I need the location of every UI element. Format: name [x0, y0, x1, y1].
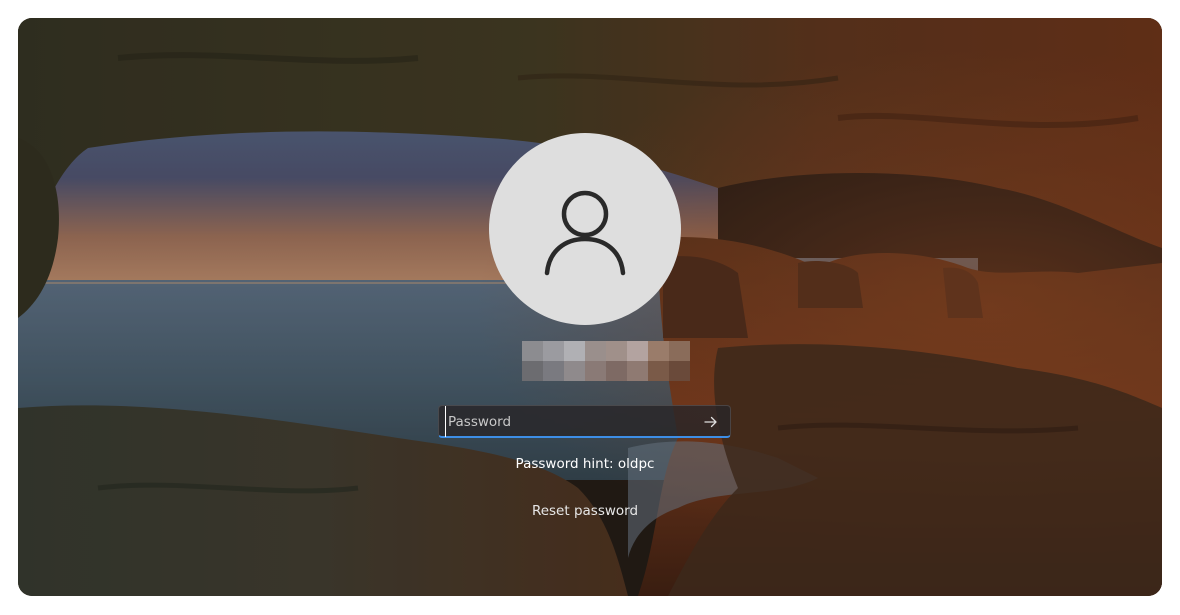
user-silhouette-icon: [544, 190, 626, 276]
reset-password-link[interactable]: Reset password: [385, 503, 785, 519]
lock-screen: Password hint: oldpc Reset password: [18, 18, 1162, 596]
user-avatar: [489, 133, 681, 325]
arrow-right-icon: [704, 416, 717, 427]
submit-button[interactable]: [698, 409, 724, 434]
password-field[interactable]: [438, 405, 731, 438]
password-input[interactable]: [445, 406, 700, 437]
password-hint: Password hint: oldpc: [515, 456, 655, 472]
username-blurred: [522, 341, 690, 381]
